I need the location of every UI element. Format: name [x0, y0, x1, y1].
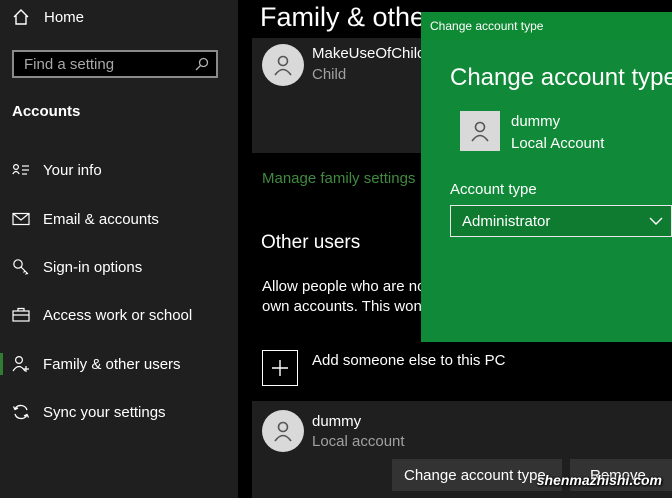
avatar: [262, 410, 304, 452]
settings-sidebar: Home Accounts Your info Email & accounts…: [0, 0, 238, 498]
plus-icon[interactable]: [262, 350, 298, 386]
other-users-heading: Other users: [261, 232, 361, 253]
section-title: Accounts: [12, 103, 81, 120]
manage-family-link[interactable]: Manage family settings: [262, 170, 415, 187]
home-nav[interactable]: Home: [12, 8, 84, 26]
family-member-name: MakeUseOfChilc: [312, 45, 425, 62]
sidebar-item-sync-settings[interactable]: Sync your settings: [0, 393, 238, 431]
person-add-icon: [11, 355, 31, 373]
account-type-select[interactable]: Administrator: [450, 205, 672, 237]
sidebar-item-label: Sign-in options: [43, 258, 143, 276]
person-card-icon: [11, 163, 31, 177]
sidebar-item-access-work[interactable]: Access work or school: [0, 296, 238, 334]
sidebar-item-label: Family & other users: [43, 355, 181, 373]
home-label: Home: [44, 8, 85, 26]
person-icon: [471, 121, 489, 142]
chevron-down-icon: [649, 217, 663, 225]
family-member-role: Child: [312, 66, 347, 83]
dialog-heading: Change account type: [450, 64, 672, 91]
dialog-window-title: Change account type: [430, 19, 544, 33]
add-user-label[interactable]: Add someone else to this PC: [312, 352, 505, 386]
account-type-value: Administrator: [462, 212, 551, 230]
change-account-type-dialog: Change account type Change account type …: [421, 12, 672, 342]
sidebar-item-label: Sync your settings: [43, 403, 166, 421]
page-title: Family & othe: [260, 2, 426, 32]
search-input[interactable]: [24, 55, 184, 73]
watermark-text: shenmazhishi.com: [536, 472, 662, 488]
sidebar-item-family-other-users[interactable]: Family & other users: [0, 345, 238, 383]
key-icon: [11, 258, 31, 276]
person-icon: [274, 55, 292, 76]
account-type-label: Account type: [450, 181, 537, 198]
search-box[interactable]: [12, 50, 218, 78]
user-name: dummy: [312, 413, 362, 430]
dialog-user-type: Local Account: [511, 135, 605, 152]
dialog-titlebar[interactable]: Change account type: [421, 12, 672, 40]
search-icon[interactable]: [194, 56, 210, 72]
sync-icon: [11, 403, 31, 421]
envelope-icon: [11, 212, 31, 226]
dialog-user-name: dummy: [511, 113, 561, 130]
home-icon: [13, 9, 29, 25]
sidebar-item-sign-in-options[interactable]: Sign-in options: [0, 248, 238, 286]
avatar: [262, 44, 304, 86]
sidebar-item-email-accounts[interactable]: Email & accounts: [0, 200, 238, 238]
add-user-row[interactable]: Add someone else to this PC: [262, 350, 505, 386]
person-icon: [274, 421, 292, 442]
user-type: Local account: [312, 433, 405, 450]
sidebar-item-your-info[interactable]: Your info: [0, 151, 238, 189]
avatar: [460, 111, 500, 151]
sidebar-item-label: Your info: [43, 161, 102, 179]
briefcase-icon: [11, 307, 31, 323]
sidebar-item-label: Access work or school: [43, 306, 193, 324]
sidebar-item-label: Email & accounts: [43, 210, 159, 228]
